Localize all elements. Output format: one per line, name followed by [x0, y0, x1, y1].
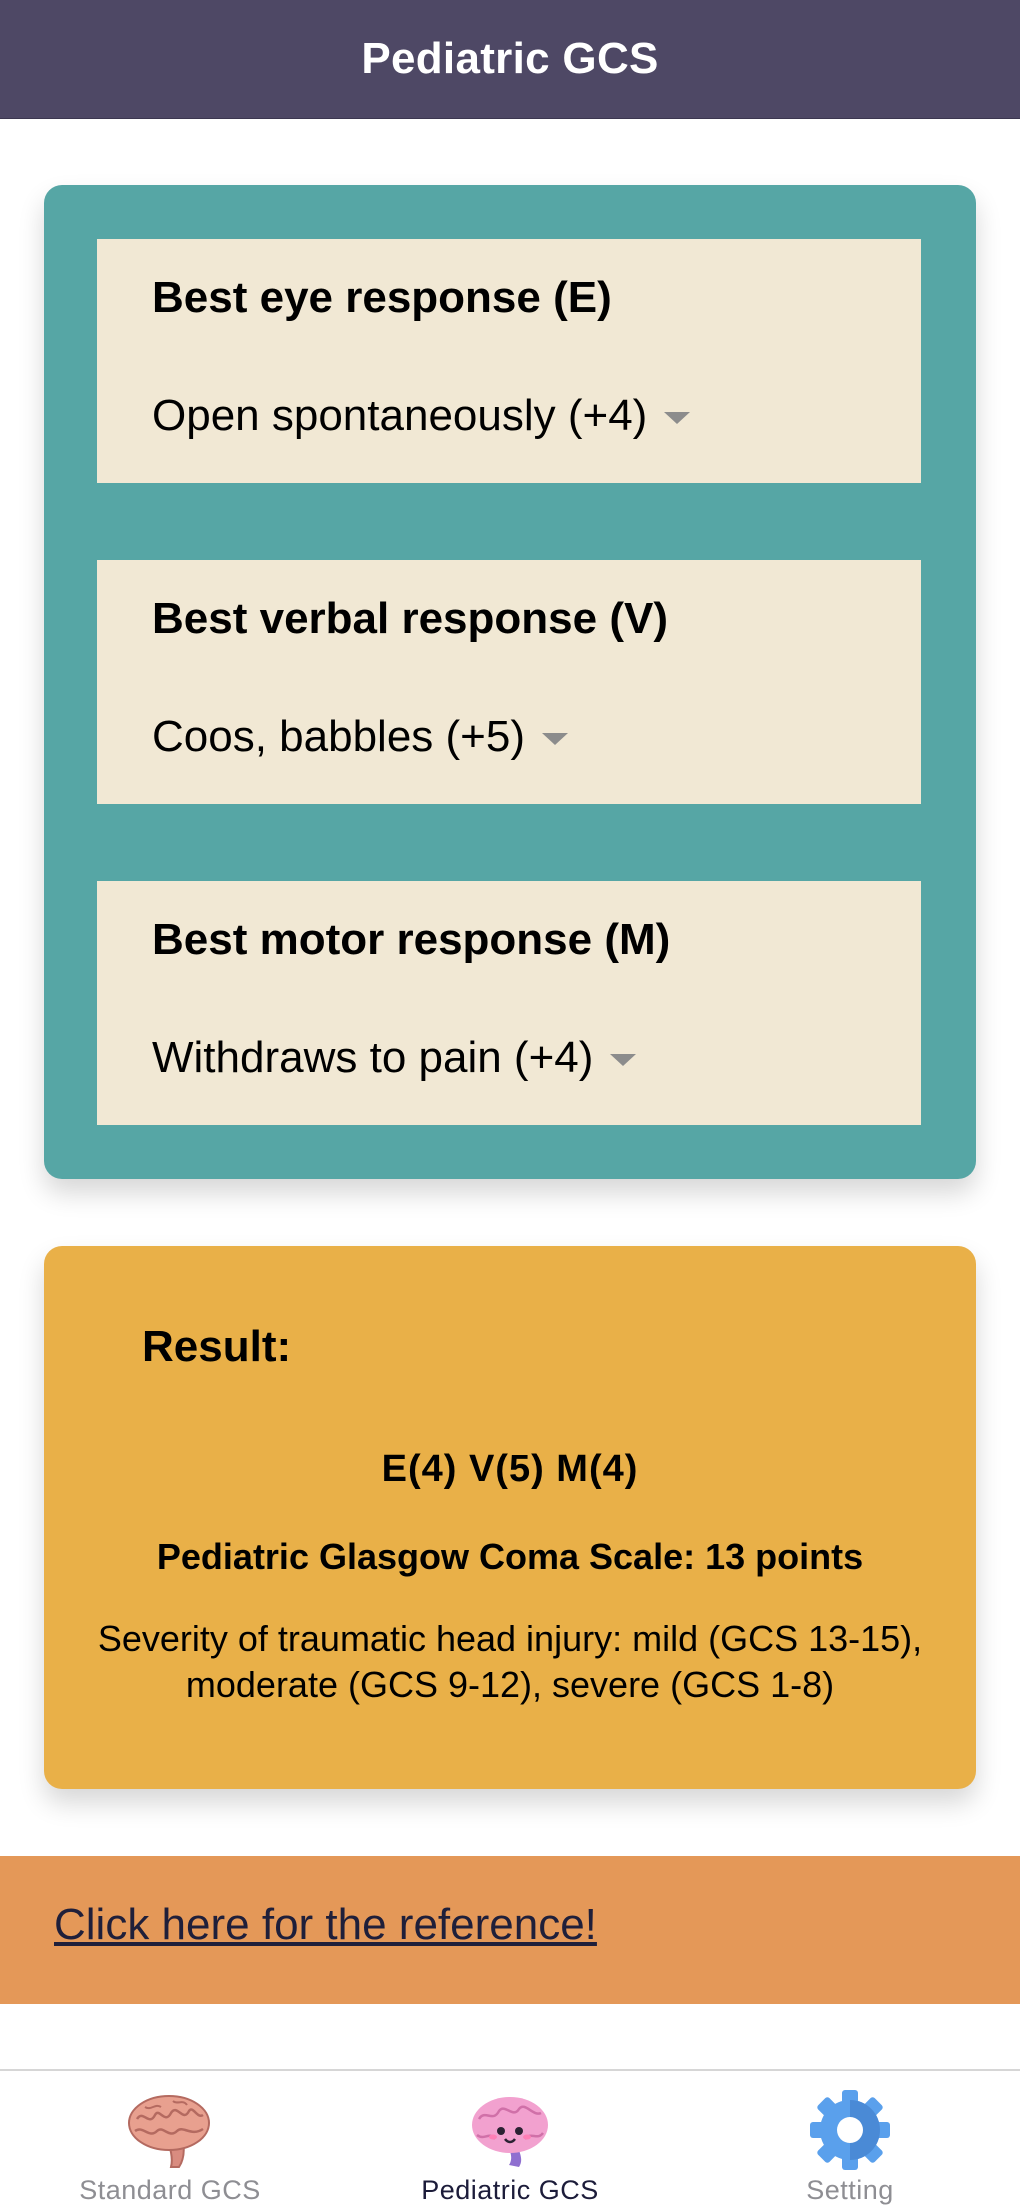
motor-response-card: Best motor response (M) Withdraws to pai…: [97, 881, 921, 1125]
verbal-response-dropdown[interactable]: Coos, babbles (+5): [152, 712, 568, 762]
result-label: Result:: [142, 1322, 292, 1371]
gear-icon: [810, 2090, 890, 2170]
tab-label-pediatric-gcs: Pediatric GCS: [421, 2175, 599, 2205]
result-scores: E(4) V(5) M(4): [381, 1448, 639, 1490]
reference-link[interactable]: Click here for the reference!: [54, 1900, 597, 1950]
tab-standard-gcs[interactable]: Standard GCS: [0, 2071, 340, 2208]
eye-response-dropdown[interactable]: Open spontaneously (+4): [152, 391, 691, 441]
pink-brain-icon: [472, 2097, 548, 2167]
result-total: Pediatric Glasgow Coma Scale: 13 points: [156, 1536, 864, 1577]
eye-response-value[interactable]: Open spontaneously (+4): [152, 391, 647, 441]
caret-down-icon[interactable]: [542, 733, 568, 745]
caret-down-icon[interactable]: [664, 412, 691, 424]
tab-pediatric-gcs[interactable]: Pediatric GCS: [340, 2071, 680, 2208]
bottom-tab-bar: Standard GCS Pediatric GCS Setting: [0, 2069, 1020, 2208]
gcs-selection-panel: Best eye response (E) Open spontaneously…: [44, 185, 976, 1179]
eye-response-title: Best eye response (E): [152, 273, 612, 322]
page-title: Pediatric GCS: [361, 34, 659, 83]
motor-response-title: Best motor response (M): [152, 915, 671, 964]
verbal-response-title: Best verbal response (V): [152, 594, 668, 643]
result-card: Result: E(4) V(5) M(4) Pediatric Glasgow…: [44, 1246, 976, 1789]
motor-response-value[interactable]: Withdraws to pain (+4): [152, 1033, 593, 1083]
motor-response-dropdown[interactable]: Withdraws to pain (+4): [152, 1033, 637, 1083]
tab-label-standard-gcs: Standard GCS: [79, 2175, 261, 2205]
verbal-response-value[interactable]: Coos, babbles (+5): [152, 712, 525, 762]
brain-icon: [128, 2095, 210, 2168]
caret-down-icon[interactable]: [610, 1054, 637, 1066]
tab-setting[interactable]: Setting: [680, 2071, 1020, 2208]
top-header: Pediatric GCS: [0, 0, 1020, 119]
tab-label-setting: Setting: [806, 2175, 894, 2205]
reference-banner: Click here for the reference!: [0, 1856, 1020, 2004]
verbal-response-card: Best verbal response (V) Coos, babbles (…: [97, 560, 921, 804]
eye-response-card: Best eye response (E) Open spontaneously…: [97, 239, 921, 483]
severity-note: Severity of traumatic head injury: mild …: [97, 1618, 923, 1705]
